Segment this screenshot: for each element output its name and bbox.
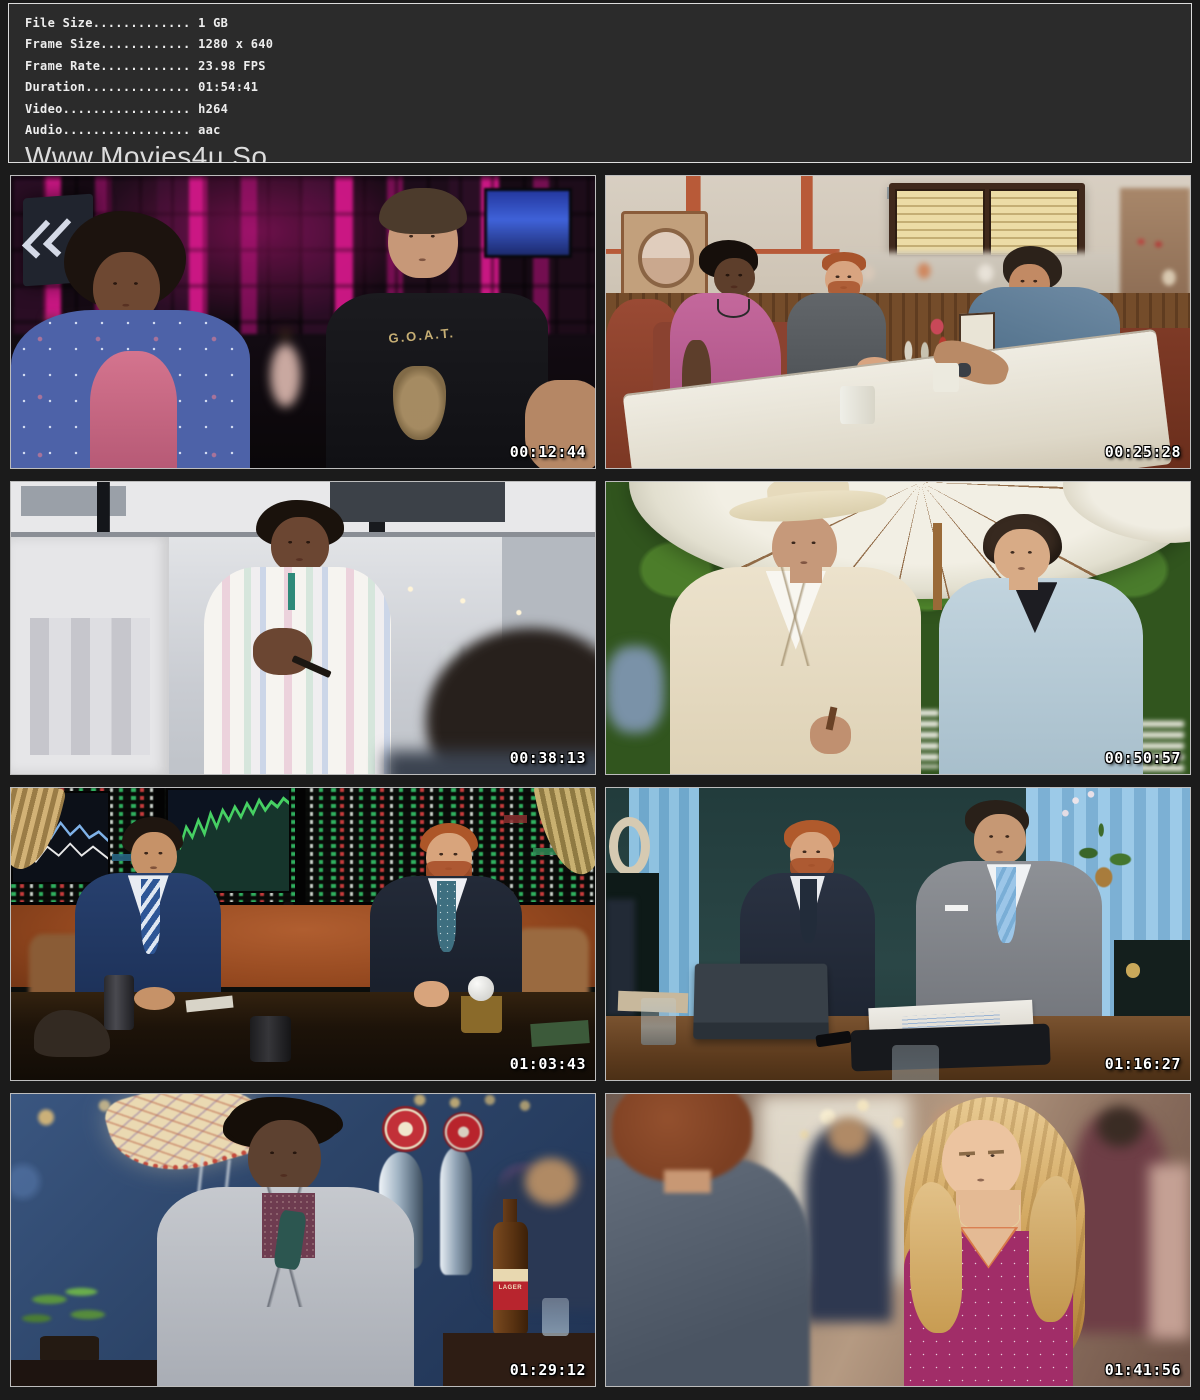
- white-door: [11, 537, 169, 774]
- tap-badge-red: [382, 1106, 429, 1153]
- left-man-pink-tee: [90, 351, 178, 468]
- screenshot-frame-8: 01:41:56: [605, 1093, 1191, 1387]
- club-tv-screen: [484, 188, 572, 258]
- screenshot-grid: G.O.A.T. 00:12:44: [10, 175, 1191, 1387]
- timestamp-overlay: 01:41:56: [1105, 1363, 1181, 1378]
- green-book: [530, 1020, 590, 1047]
- metadata-line-video: Video................. h264: [25, 99, 1191, 120]
- metadata-line-file-size: File Size............. 1 GB: [25, 13, 1191, 34]
- screenshot-frame-2: 00:25:28: [605, 175, 1191, 469]
- bottle-label-text: LAGER: [493, 1285, 528, 1291]
- pocket-square: [945, 905, 968, 911]
- coffee-mug: [840, 386, 875, 424]
- cream-linen-suit: [670, 567, 921, 774]
- tap-badge-red-2: [443, 1112, 484, 1153]
- light-blue-blazer: [939, 578, 1143, 774]
- ceiling-lights: [373, 575, 560, 622]
- timestamp-overlay: 00:38:13: [510, 751, 586, 766]
- blurred-guest-head-2: [1097, 1106, 1144, 1147]
- hair-strand-front-2: [1029, 1176, 1076, 1322]
- blurred-guests: [606, 646, 664, 734]
- screenshot-frame-6: 01:16:27: [605, 787, 1191, 1081]
- goat-graphic: [393, 366, 446, 440]
- man1-tie: [800, 879, 818, 943]
- hair-strand-front: [910, 1182, 963, 1334]
- menu-board: [889, 183, 1085, 259]
- foreground-man-head: [612, 1093, 752, 1182]
- man2-teal-tie: [437, 881, 456, 951]
- media-info-sheet: { "info": { "lines": [ "File Size.......…: [0, 0, 1200, 1400]
- cabinet-logo: [1126, 963, 1141, 978]
- leather-folder: [851, 1024, 1051, 1072]
- blurred-guest-right: [1149, 1164, 1190, 1339]
- watermark-text: Www.Movies4u.So: [25, 142, 1191, 163]
- black-mug: [250, 1016, 291, 1063]
- goat-shirt-text: G.O.A.T.: [344, 321, 500, 349]
- screenshot-frame-5: 01:03:43: [10, 787, 596, 1081]
- laptop: [693, 964, 829, 1040]
- man2-blue-tie: [996, 867, 1016, 943]
- metadata-line-audio: Audio................. aac: [25, 120, 1191, 141]
- potted-plant: [11, 1269, 139, 1345]
- timestamp-overlay: 00:50:57: [1105, 751, 1181, 766]
- man2-face: [974, 814, 1027, 864]
- man1-face: [131, 832, 178, 879]
- black-tumbler: [104, 975, 133, 1030]
- metadata-line-frame-rate: Frame Rate............ 23.98 FPS: [25, 56, 1191, 77]
- ring-sculpture: [609, 817, 650, 875]
- timestamp-overlay: 00:12:44: [510, 445, 586, 460]
- curly-man-neck: [1009, 575, 1038, 590]
- water-glass: [641, 998, 676, 1045]
- water-glass-2: [892, 1045, 939, 1081]
- timestamp-overlay: 01:03:43: [510, 1057, 586, 1072]
- beer-tap-2: [440, 1147, 472, 1275]
- metadata-line-duration: Duration.............. 01:54:41: [25, 77, 1191, 98]
- golf-ball-trophy: [461, 992, 502, 1033]
- man2-hand: [414, 981, 449, 1007]
- timestamp-overlay: 00:25:28: [1105, 445, 1181, 460]
- man-face: [248, 1120, 321, 1193]
- screenshot-frame-1: G.O.A.T. 00:12:44: [10, 175, 596, 469]
- beer-bottle-label: LAGER: [493, 1269, 528, 1310]
- woman-face: [942, 1120, 1021, 1199]
- man1-striped-tie: [141, 879, 160, 955]
- man1-hands: [134, 987, 175, 1010]
- file-info-panel: File Size............. 1 GB Frame Size..…: [8, 3, 1192, 163]
- man1-face: [714, 258, 755, 296]
- cowboy-man-neck: [790, 565, 822, 583]
- shot-glass: [542, 1298, 568, 1336]
- clasped-hands: [253, 628, 311, 675]
- umbrella-pole: [933, 523, 942, 611]
- timestamp-overlay: 01:16:27: [1105, 1057, 1181, 1072]
- right-man-black-tshirt: G.O.A.T.: [326, 293, 548, 468]
- screenshot-frame-7: LAGER 01:29:12: [10, 1093, 596, 1387]
- blurred-patron-head: [525, 1158, 578, 1205]
- timestamp-overlay: 01:29:12: [510, 1363, 586, 1378]
- metadata-line-frame-size: Frame Size............ 1280 x 640: [25, 34, 1191, 55]
- lanyard: [288, 573, 295, 611]
- foreground-man-neck: [664, 1170, 711, 1193]
- curly-man-face: [994, 529, 1049, 582]
- blurred-guest-navy: [805, 1129, 893, 1322]
- coffee-mug-2: [933, 363, 959, 392]
- screenshot-frame-4: 00:50:57: [605, 481, 1191, 775]
- blurred-guest-head: [828, 1117, 869, 1155]
- screenshot-frame-3: 00:38:13: [10, 481, 596, 775]
